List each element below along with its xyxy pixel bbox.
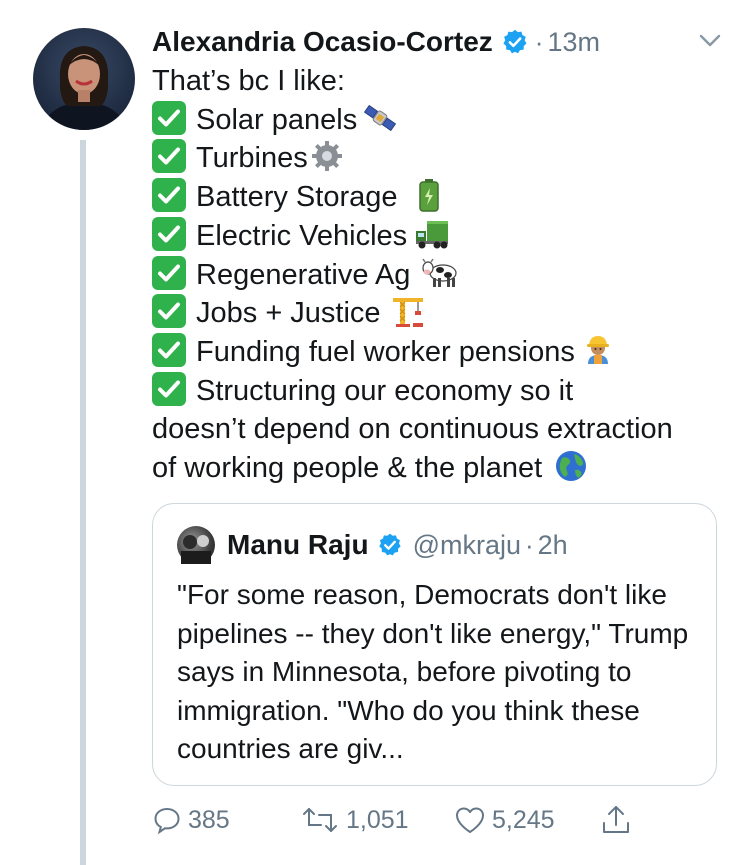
check-mark-icon: [152, 332, 186, 367]
gear-icon: [310, 139, 344, 173]
retweet-count: 1,051: [346, 805, 409, 834]
quoted-handle[interactable]: @mkraju: [413, 530, 521, 561]
list-item-label: Jobs + Justice: [196, 297, 381, 330]
list-item: Regenerative Ag: [152, 255, 727, 295]
like-count: 5,245: [492, 805, 555, 834]
separator-dot: ·: [534, 26, 544, 57]
reply-icon: [154, 807, 180, 835]
list-item-label: Electric Vehicles: [196, 219, 408, 252]
quoted-tweet[interactable]: Manu Raju @mkraju · 2h "For some reason,…: [152, 503, 717, 786]
check-mark-icon: [152, 255, 186, 290]
check-mark-icon: [152, 139, 186, 174]
truck-icon: [415, 217, 449, 251]
verified-badge-icon: [377, 532, 403, 558]
tweet-time[interactable]: 13m: [547, 27, 600, 58]
like-button[interactable]: 5,245: [454, 800, 555, 840]
crane-icon: [391, 294, 425, 328]
separator-dot: ·: [524, 529, 534, 560]
list-item: Battery Storage: [152, 178, 727, 217]
avatar[interactable]: [33, 28, 135, 130]
list-item: Solar panels: [152, 100, 727, 140]
reply-button[interactable]: 385: [152, 800, 230, 840]
share-button[interactable]: [600, 800, 638, 840]
list-item: Jobs + Justice: [152, 294, 727, 333]
list-item: Funding fuel worker pensions: [152, 332, 727, 372]
tweet-header: Alexandria Ocasio-Cortez · 13m: [152, 22, 730, 62]
construction-worker-icon: [581, 333, 615, 367]
quoted-text: "For some reason, Democrats don't like p…: [177, 579, 689, 765]
list-item-label: Battery Storage: [196, 181, 398, 214]
author-name[interactable]: Alexandria Ocasio-Cortez: [152, 26, 493, 58]
heart-icon: [456, 807, 484, 833]
check-mark-icon: [152, 216, 186, 251]
quoted-avatar[interactable]: [177, 526, 215, 564]
list-item-label: Solar panels: [196, 103, 358, 136]
list-item-label: Turbines: [196, 142, 308, 175]
tweet-actions: 385 1,051 5,245: [152, 800, 652, 840]
check-mark-icon: [152, 371, 186, 406]
list-item-continuation: doesn’t depend on continuous extraction: [152, 413, 673, 446]
quoted-time[interactable]: 2h: [538, 530, 568, 561]
thread-line: [80, 140, 86, 865]
quoted-author-name[interactable]: Manu Raju: [227, 529, 369, 561]
list-item-continuation-text: of working people & the planet: [152, 452, 543, 485]
cow-icon: [422, 256, 462, 290]
satellite-icon: [363, 101, 397, 135]
list-item: Structuring our economy so it: [152, 371, 727, 411]
list-item-continuation: of working people & the planet: [152, 449, 727, 488]
list-item: Electric Vehicles: [152, 216, 727, 256]
reply-count: 385: [188, 805, 230, 834]
verified-badge-icon: [501, 28, 529, 56]
chevron-down-icon[interactable]: [696, 26, 724, 54]
list-item-label: Structuring our economy so it: [196, 374, 574, 407]
retweet-button[interactable]: 1,051: [300, 800, 409, 840]
retweet-icon: [303, 808, 337, 832]
quoted-header: Manu Raju @mkraju · 2h: [227, 524, 568, 566]
globe-icon: [554, 449, 588, 483]
tweet-intro: That’s bc I like:: [152, 65, 345, 97]
list-item-label: Regenerative Ag: [196, 258, 411, 291]
check-mark-icon: [152, 100, 186, 135]
check-mark-icon: [152, 294, 186, 329]
tweet-text: That’s bc I like: Solar panels Turbines …: [152, 62, 727, 488]
list-item: Turbines: [152, 139, 727, 178]
battery-icon: [412, 178, 446, 212]
share-icon: [603, 806, 629, 833]
check-mark-icon: [152, 178, 186, 213]
list-item-label: Funding fuel worker pensions: [196, 335, 575, 368]
